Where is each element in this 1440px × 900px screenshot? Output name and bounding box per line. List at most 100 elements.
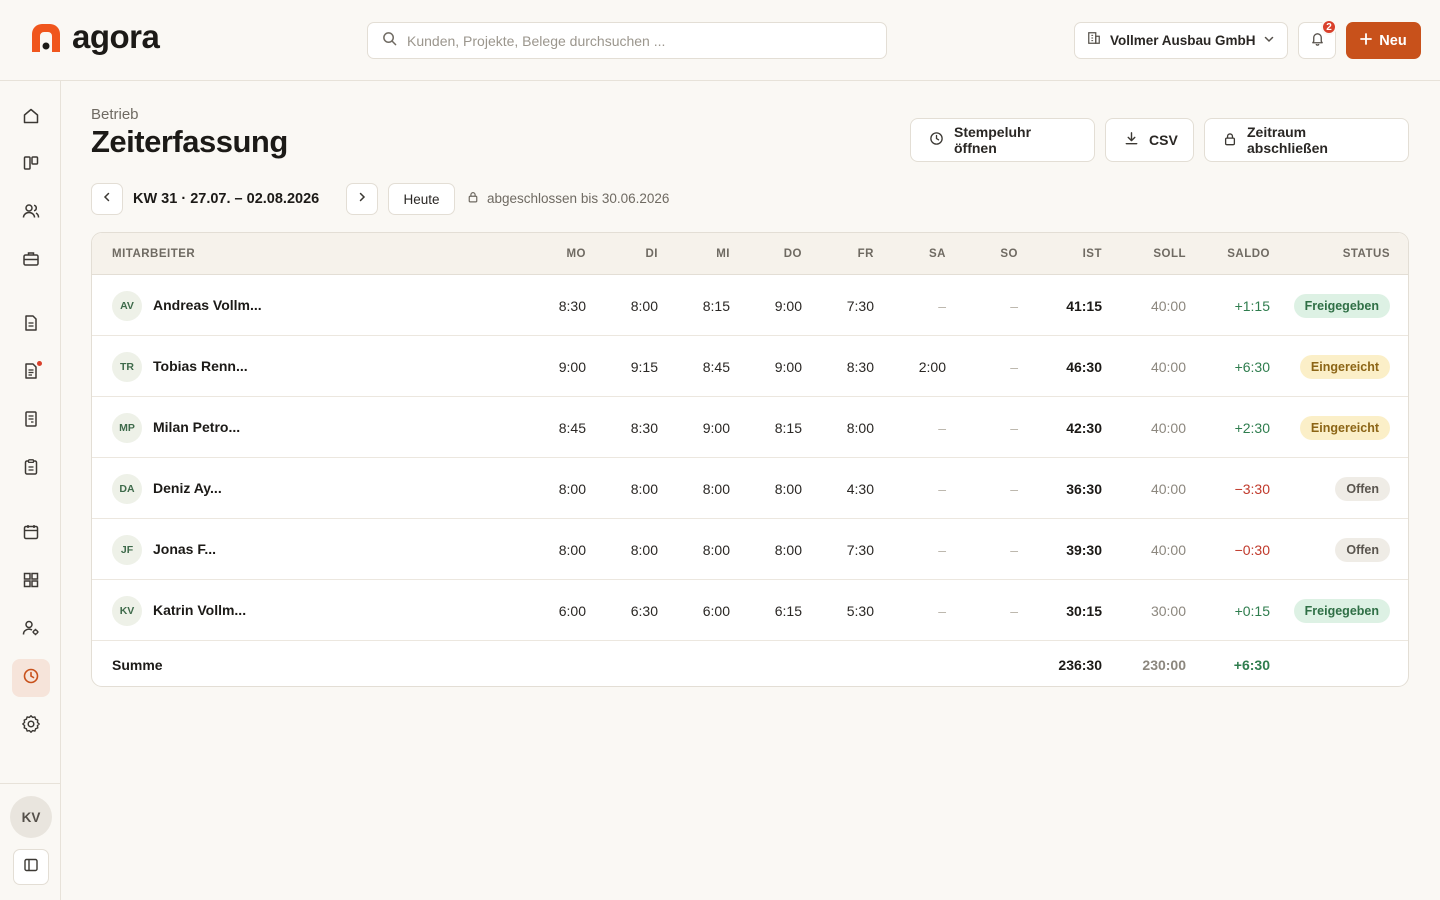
csv-export-button[interactable]: CSV bbox=[1105, 118, 1194, 162]
new-button[interactable]: Neu bbox=[1346, 22, 1421, 59]
chevron-right-icon bbox=[356, 190, 368, 208]
hours-so[interactable]: – bbox=[1010, 603, 1018, 619]
company-name: Vollmer Ausbau GmbH bbox=[1110, 33, 1256, 48]
hours-sa[interactable]: 2:00 bbox=[919, 359, 946, 375]
hours-fr[interactable]: 7:30 bbox=[847, 298, 874, 314]
hours-do[interactable]: 9:00 bbox=[775, 359, 802, 375]
hours-fr[interactable]: 8:30 bbox=[847, 359, 874, 375]
sidebar-item-calendar[interactable] bbox=[12, 515, 50, 553]
user-avatar[interactable]: KV bbox=[10, 796, 52, 838]
sidebar-item-board[interactable] bbox=[12, 146, 50, 184]
summary-ist: 236:30 bbox=[1058, 657, 1102, 673]
employee-name[interactable]: Milan Petro... bbox=[153, 419, 240, 435]
hours-ist: 41:15 bbox=[1066, 298, 1102, 314]
hours-fr[interactable]: 5:30 bbox=[847, 603, 874, 619]
hours-so[interactable]: – bbox=[1010, 298, 1018, 314]
hours-do[interactable]: 8:15 bbox=[775, 420, 802, 436]
summary-row: Summe 236:30 230:00 +6:30 bbox=[92, 641, 1408, 686]
hours-so[interactable]: – bbox=[1010, 542, 1018, 558]
column-header-soll[interactable]: SOLL bbox=[1153, 248, 1186, 260]
table-row[interactable]: MP Milan Petro... 8:45 8:30 9:00 8:15 8:00 – – 42… bbox=[92, 397, 1408, 458]
employee-name[interactable]: Katrin Vollm... bbox=[153, 602, 246, 618]
column-header-fr: FR bbox=[857, 248, 874, 260]
hours-di[interactable]: 9:15 bbox=[631, 359, 658, 375]
hours-mi[interactable]: 8:00 bbox=[703, 542, 730, 558]
hours-mo[interactable]: 8:00 bbox=[559, 481, 586, 497]
logo[interactable]: agora bbox=[30, 20, 160, 54]
hours-mi[interactable]: 8:15 bbox=[703, 298, 730, 314]
status-badge: Offen bbox=[1335, 538, 1390, 562]
download-icon bbox=[1124, 131, 1139, 149]
hours-do[interactable]: 6:15 bbox=[775, 603, 802, 619]
hours-sa[interactable]: – bbox=[938, 298, 946, 314]
employee-name[interactable]: Jonas F... bbox=[153, 541, 216, 557]
hours-di[interactable]: 8:00 bbox=[631, 298, 658, 314]
hours-mi[interactable]: 9:00 bbox=[703, 420, 730, 436]
previous-week-button[interactable] bbox=[91, 183, 123, 215]
users-icon bbox=[22, 202, 40, 225]
sidebar-item-tasks[interactable] bbox=[12, 450, 50, 488]
hours-sa[interactable]: – bbox=[938, 603, 946, 619]
hours-do[interactable]: 9:00 bbox=[775, 298, 802, 314]
table-row[interactable]: AV Andreas Vollm... 8:30 8:00 8:15 9:00 7:30 – –… bbox=[92, 275, 1408, 336]
hours-soll: 40:00 bbox=[1150, 298, 1186, 314]
hours-mo[interactable]: 8:45 bbox=[559, 420, 586, 436]
hours-mo[interactable]: 8:30 bbox=[559, 298, 586, 314]
hours-fr[interactable]: 7:30 bbox=[847, 542, 874, 558]
hours-ist: 36:30 bbox=[1066, 481, 1102, 497]
search-input[interactable] bbox=[407, 32, 867, 49]
table-row[interactable]: JF Jonas F... 8:00 8:00 8:00 8:00 7:30 – – 39:30 4… bbox=[92, 519, 1408, 580]
sidebar-item-articles[interactable] bbox=[12, 563, 50, 601]
sidebar-item-receipts[interactable] bbox=[12, 402, 50, 440]
column-header-saldo[interactable]: SALDO bbox=[1227, 248, 1270, 260]
column-header-employee[interactable]: MITARBEITER bbox=[112, 248, 195, 260]
breadcrumb[interactable]: Betrieb bbox=[91, 106, 139, 123]
hours-di[interactable]: 8:00 bbox=[631, 481, 658, 497]
hours-di[interactable]: 6:30 bbox=[631, 603, 658, 619]
hours-mo[interactable]: 8:00 bbox=[559, 542, 586, 558]
hours-so[interactable]: – bbox=[1010, 359, 1018, 375]
hours-do[interactable]: 8:00 bbox=[775, 542, 802, 558]
collapse-sidebar-button[interactable] bbox=[13, 849, 49, 885]
sidebar-item-settings[interactable] bbox=[12, 707, 50, 745]
hours-so[interactable]: – bbox=[1010, 420, 1018, 436]
hours-mo[interactable]: 9:00 bbox=[559, 359, 586, 375]
notifications-button[interactable]: 2 bbox=[1298, 19, 1337, 59]
employee-name[interactable]: Tobias Renn... bbox=[153, 358, 248, 374]
sidebar-item-customers[interactable] bbox=[12, 194, 50, 232]
employee-name[interactable]: Andreas Vollm... bbox=[153, 297, 262, 313]
hours-mi[interactable]: 6:00 bbox=[703, 603, 730, 619]
hours-fr[interactable]: 4:30 bbox=[847, 481, 874, 497]
table-row[interactable]: TR Tobias Renn... 9:00 9:15 8:45 9:00 8:30 2:00… bbox=[92, 336, 1408, 397]
hours-mo[interactable]: 6:00 bbox=[559, 603, 586, 619]
hours-mi[interactable]: 8:45 bbox=[703, 359, 730, 375]
hours-di[interactable]: 8:30 bbox=[631, 420, 658, 436]
column-header-status[interactable]: STATUS bbox=[1343, 248, 1390, 260]
employee-name[interactable]: Deniz Ay... bbox=[153, 480, 222, 496]
hours-mi[interactable]: 8:00 bbox=[703, 481, 730, 497]
sidebar-item-projects[interactable] bbox=[12, 242, 50, 280]
column-header-ist[interactable]: IST bbox=[1083, 248, 1102, 260]
sidebar-item-time-tracking[interactable] bbox=[12, 659, 50, 697]
hours-di[interactable]: 8:00 bbox=[631, 542, 658, 558]
hours-sa[interactable]: – bbox=[938, 481, 946, 497]
building-icon bbox=[1087, 31, 1101, 50]
hours-do[interactable]: 8:00 bbox=[775, 481, 802, 497]
table-row[interactable]: KV Katrin Vollm... 6:00 6:30 6:00 6:15 5:30 – – 3… bbox=[92, 580, 1408, 641]
table-row[interactable]: DA Deniz Ay... 8:00 8:00 8:00 8:00 4:30 – – 36:30… bbox=[92, 458, 1408, 519]
company-selector[interactable]: Vollmer Ausbau GmbH bbox=[1074, 22, 1288, 59]
chevron-left-icon bbox=[101, 190, 113, 208]
hours-so[interactable]: – bbox=[1010, 481, 1018, 497]
sidebar-item-home[interactable] bbox=[12, 99, 50, 137]
sidebar-item-documents[interactable] bbox=[12, 306, 50, 344]
sidebar-item-invoices[interactable] bbox=[12, 354, 50, 392]
search-bar[interactable] bbox=[367, 22, 887, 59]
open-time-clock-button[interactable]: Stempeluhr öffnen bbox=[910, 118, 1095, 162]
today-button[interactable]: Heute bbox=[388, 183, 455, 215]
sidebar-item-employees[interactable] bbox=[12, 611, 50, 649]
hours-sa[interactable]: – bbox=[938, 542, 946, 558]
hours-fr[interactable]: 8:00 bbox=[847, 420, 874, 436]
next-week-button[interactable] bbox=[346, 183, 378, 215]
close-period-button[interactable]: Zeitraum abschließen bbox=[1204, 118, 1409, 162]
hours-sa[interactable]: – bbox=[938, 420, 946, 436]
